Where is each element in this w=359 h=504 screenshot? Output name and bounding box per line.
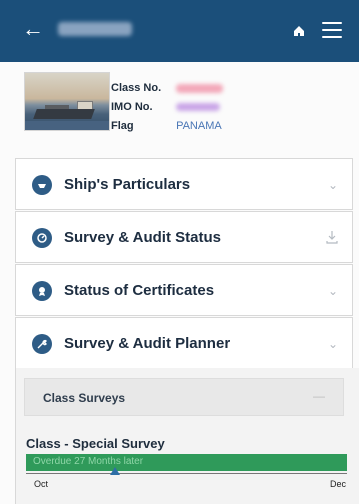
chevron-down-icon[interactable]: ⌄ — [328, 178, 338, 192]
flag-label: Flag — [111, 120, 134, 132]
app-header: ← — [0, 0, 359, 62]
timeline-axis — [26, 473, 347, 474]
ship-summary-card: Class No. IMO No. Flag PANAMA — [24, 70, 342, 145]
survey-status-text: Overdue 27 Months later — [33, 456, 144, 467]
class-no-row: Class No. — [111, 79, 224, 98]
section-label: Survey & Audit Planner — [64, 335, 231, 352]
class-surveys-header[interactable]: Class Surveys — — [24, 378, 344, 416]
ship-icon — [32, 175, 52, 195]
special-survey-title: Class - Special Survey — [26, 436, 165, 451]
gauge-icon — [32, 228, 52, 248]
section-label: Survey & Audit Status — [64, 229, 221, 246]
chevron-down-icon[interactable]: ⌄ — [328, 284, 338, 298]
hamburger-menu-icon[interactable] — [322, 22, 342, 38]
survey-audit-planner-panel: Class Surveys — Class - Special Survey O… — [15, 368, 359, 504]
chevron-down-icon[interactable]: ⌄ — [328, 337, 338, 351]
certificate-icon — [32, 281, 52, 301]
survey-status-bar: Overdue 27 Months later — [26, 454, 347, 471]
imo-no-row: IMO No. — [111, 98, 223, 117]
section-status-of-certificates[interactable]: Status of Certificates ⌄ — [15, 264, 353, 316]
flag-row: Flag PANAMA — [111, 117, 223, 136]
ship-photo — [24, 72, 110, 131]
ship-info: Class No. IMO No. Flag PANAMA — [111, 79, 224, 136]
accordion-sections: Ship's Particulars ⌄ Survey & Audit Stat… — [15, 158, 354, 369]
timeline-start-label: Oct — [34, 479, 49, 489]
class-no-value — [176, 83, 224, 93]
section-ships-particulars[interactable]: Ship's Particulars ⌄ — [15, 158, 353, 210]
download-icon[interactable] — [324, 229, 340, 245]
class-no-label: Class No. — [111, 82, 162, 94]
section-survey-audit-status[interactable]: Survey & Audit Status — [15, 211, 353, 263]
imo-no-label: IMO No. — [111, 101, 153, 113]
timeline-end-label: Dec — [330, 479, 347, 489]
collapse-icon[interactable]: — — [313, 389, 325, 403]
section-label: Ship's Particulars — [64, 176, 191, 193]
class-surveys-label: Class Surveys — [43, 391, 126, 405]
flag-value: PANAMA — [176, 120, 222, 132]
wrench-icon — [32, 334, 52, 354]
ship-name-title — [58, 22, 132, 36]
timeline-marker-icon — [110, 467, 120, 475]
section-label: Status of Certificates — [64, 282, 215, 299]
section-survey-audit-planner[interactable]: Survey & Audit Planner ⌄ — [15, 317, 353, 369]
back-arrow-icon[interactable]: ← — [22, 18, 44, 40]
imo-no-value — [176, 103, 221, 112]
home-icon[interactable] — [293, 24, 305, 36]
